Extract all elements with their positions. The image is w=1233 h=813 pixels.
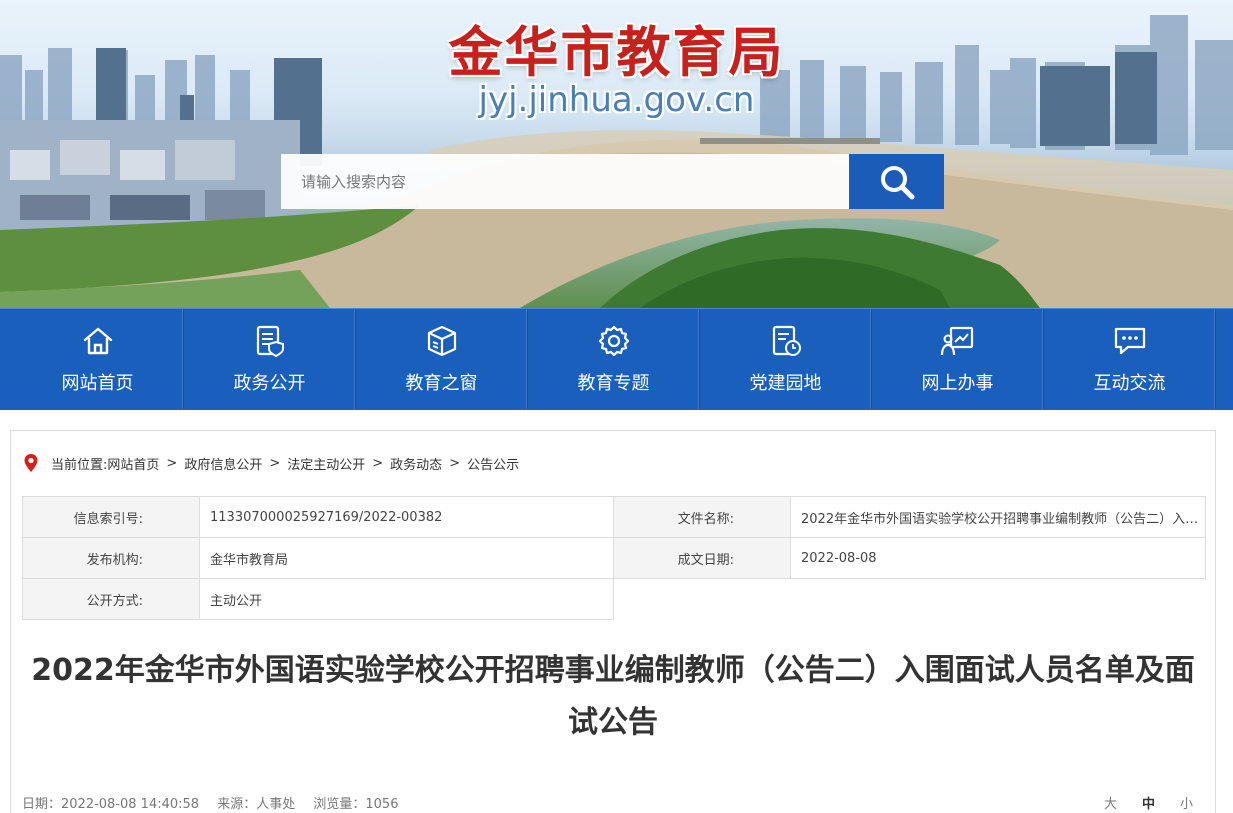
table-row: 发布机构: 金华市教育局 成文日期: 2022-08-08 <box>22 537 1206 579</box>
font-size-small-button[interactable]: 小 <box>1180 793 1193 812</box>
nav-item-interaction[interactable]: 互动交流 <box>1044 309 1216 409</box>
cube-icon <box>427 325 456 357</box>
main-nav: 网站首页 政务公开 教育之窗 教育专题 党建园地 网上办事 互动交流 <box>0 308 1233 410</box>
document-clock-icon <box>772 325 801 356</box>
breadcrumb-separator: > <box>166 455 178 471</box>
nav-label: 党建园地 <box>749 373 822 394</box>
breadcrumb-statutory[interactable]: 法定主动公开 <box>287 454 365 473</box>
filename-value: 2022年金华市外国语实验学校公开招聘事业编制教师（公告二）入围面试人员名单及面… <box>790 496 1206 538</box>
site-domain: jyj.jinhua.gov.cn <box>478 80 755 120</box>
nav-label: 教育之窗 <box>405 373 478 394</box>
index-label: 信息索引号: <box>22 496 200 538</box>
table-row: 公开方式: 主动公开 <box>22 578 1206 620</box>
search-button[interactable] <box>849 154 944 209</box>
breadcrumb-separator: > <box>269 455 281 471</box>
mode-label: 公开方式: <box>22 578 200 620</box>
mode-value: 主动公开 <box>199 578 614 620</box>
site-title: 金华市教育局 <box>448 20 785 84</box>
breadcrumb-news[interactable]: 政务动态 <box>390 454 442 473</box>
date-value: 2022-08-08 <box>790 537 1206 579</box>
nav-item-online-services[interactable]: 网上办事 <box>872 309 1044 409</box>
index-value: 113307000025927169/2022-00382 <box>199 496 614 538</box>
breadcrumb-home[interactable]: 网站首页 <box>107 454 159 473</box>
nav-item-home[interactable]: 网站首页 <box>12 309 184 409</box>
filename-label: 文件名称: <box>613 496 791 538</box>
location-pin-icon <box>24 454 38 472</box>
breadcrumb-label: 当前位置: <box>51 457 108 473</box>
article-date: 日期：2022-08-08 14:40:58 <box>22 797 200 812</box>
font-size-switcher: 大 中 小 <box>1079 793 1193 812</box>
font-size-medium-button[interactable]: 中 <box>1142 793 1155 812</box>
table-row: 信息索引号: 113307000025927169/2022-00382 文件名… <box>22 496 1206 538</box>
nav-label: 互动交流 <box>1093 373 1166 394</box>
nav-item-government-affairs[interactable]: 政务公开 <box>184 309 356 409</box>
breadcrumb-separator: > <box>372 455 384 471</box>
breadcrumb-gov-info[interactable]: 政府信息公开 <box>184 454 262 473</box>
search-input[interactable] <box>281 154 849 209</box>
nav-item-education-topics[interactable]: 教育专题 <box>528 309 700 409</box>
publisher-value: 金华市教育局 <box>199 537 614 579</box>
home-icon <box>83 327 112 355</box>
table-empty-cell <box>613 578 1206 620</box>
date-label: 成文日期: <box>613 537 791 579</box>
article-info: 日期：2022-08-08 14:40:58 来源：人事处 浏览量：1056 <box>22 793 412 812</box>
document-shield-icon <box>256 325 284 358</box>
chat-icon <box>1114 327 1145 355</box>
gear-icon <box>598 325 629 357</box>
nav-item-education-window[interactable]: 教育之窗 <box>356 309 528 409</box>
font-size-large-button[interactable]: 大 <box>1104 793 1117 812</box>
breadcrumb-notices[interactable]: 公告公示 <box>467 454 519 473</box>
article-title: 2022年金华市外国语实验学校公开招聘事业编制教师（公告二）入围面试人员名单及面… <box>31 653 1195 740</box>
article-panel: 当前位置: 网站首页 > 政府信息公开 > 法定主动公开 > 政务动态 > 公告… <box>10 430 1216 813</box>
article-views: 浏览量：1056 <box>313 797 399 812</box>
nav-label: 教育专题 <box>577 373 650 394</box>
search-icon <box>880 165 914 199</box>
breadcrumb-separator: > <box>449 455 461 471</box>
nav-label: 网站首页 <box>61 373 134 394</box>
nav-label: 网上办事 <box>921 373 994 394</box>
presentation-icon <box>940 326 973 356</box>
breadcrumb: 当前位置: 网站首页 > 政府信息公开 > 法定主动公开 > 政务动态 > 公告… <box>23 453 519 473</box>
nav-item-party-building[interactable]: 党建园地 <box>700 309 872 409</box>
nav-label: 政务公开 <box>233 373 306 394</box>
publisher-label: 发布机构: <box>22 537 200 579</box>
article-source: 来源：人事处 <box>217 797 296 812</box>
document-meta-table: 信息索引号: 113307000025927169/2022-00382 文件名… <box>22 496 1206 620</box>
